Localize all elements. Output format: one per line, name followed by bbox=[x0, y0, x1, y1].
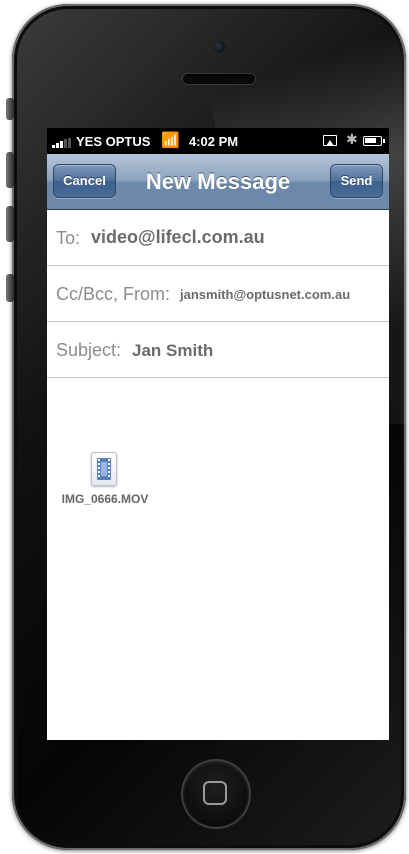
earpiece-speaker bbox=[183, 74, 255, 84]
ccbcc-from-label: Cc/Bcc, From: bbox=[56, 284, 171, 304]
home-square-icon bbox=[203, 781, 227, 805]
navigation-bar: Cancel New Message Send bbox=[47, 154, 389, 210]
film-strip-icon bbox=[97, 458, 111, 480]
front-camera bbox=[213, 41, 225, 53]
subject-input[interactable]: Jan Smith bbox=[132, 341, 213, 361]
device-stage: YES OPTUS 📶 4:02 PM ✱ Cancel New Message… bbox=[0, 0, 409, 854]
video-file-icon bbox=[91, 452, 117, 486]
mute-switch bbox=[6, 98, 14, 120]
airplay-icon bbox=[323, 135, 337, 146]
signal-strength-icon bbox=[52, 138, 71, 148]
status-time: 4:02 PM bbox=[189, 134, 239, 149]
to-field-row[interactable]: To: video@lifecl.com.au bbox=[47, 210, 389, 266]
attachment-filename: IMG_0666.MOV bbox=[61, 492, 149, 506]
subject-label: Subject: bbox=[56, 340, 122, 360]
ccbcc-from-field-row[interactable]: Cc/Bcc, From: jansmith@optusnet.com.au bbox=[47, 266, 389, 322]
battery-icon bbox=[363, 136, 385, 146]
home-button[interactable] bbox=[183, 761, 249, 827]
phone-screen: YES OPTUS 📶 4:02 PM ✱ Cancel New Message… bbox=[47, 128, 389, 740]
subject-field-row[interactable]: Subject: Jan Smith bbox=[47, 322, 389, 378]
side-button-lower bbox=[6, 274, 14, 302]
to-recipient[interactable]: video@lifecl.com.au bbox=[91, 227, 265, 248]
from-address[interactable]: jansmith@optusnet.com.au bbox=[180, 287, 350, 302]
to-label: To: bbox=[56, 228, 81, 248]
wifi-icon: 📶 bbox=[161, 132, 180, 149]
send-button[interactable]: Send bbox=[330, 164, 383, 198]
volume-up-button bbox=[6, 152, 14, 188]
carrier-name: YES OPTUS bbox=[76, 134, 151, 149]
status-bar: YES OPTUS 📶 4:02 PM ✱ bbox=[47, 128, 389, 154]
bluetooth-icon: ✱ bbox=[346, 131, 358, 147]
volume-down-button bbox=[6, 206, 14, 242]
